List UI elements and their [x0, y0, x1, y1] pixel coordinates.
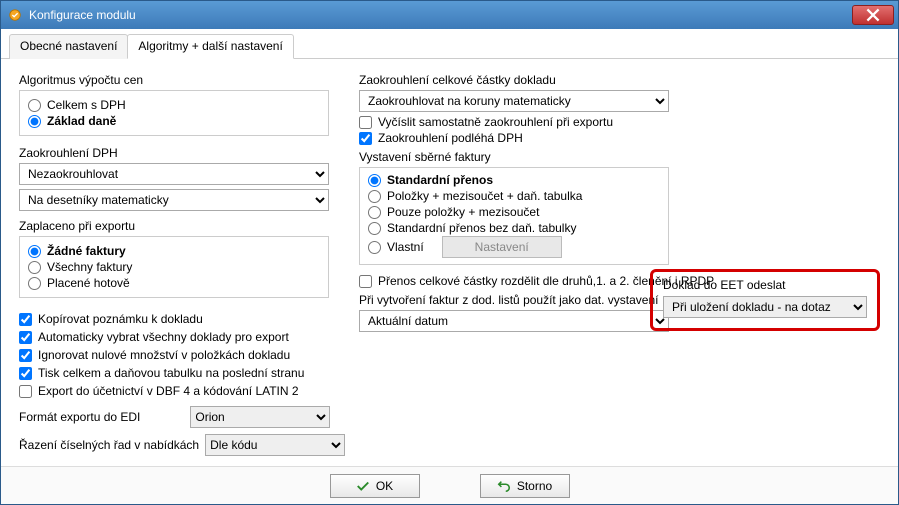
tab-bar: Obecné nastavení Algoritmy + další nasta…	[1, 29, 898, 59]
content-area: Algoritmus výpočtu cen Celkem s DPH Zákl…	[1, 59, 898, 466]
left-column: Algoritmus výpočtu cen Celkem s DPH Zákl…	[19, 69, 329, 456]
alg-panel: Celkem s DPH Základ daně	[19, 90, 329, 136]
paid-radio-cash-label: Placené hotově	[47, 276, 130, 290]
round-total-label: Zaokrouhlení celkové částky dokladu	[359, 73, 880, 87]
settings-button: Nastavení	[442, 236, 562, 258]
paid-radio-all[interactable]	[28, 261, 41, 274]
collect-radio-std-label: Standardní přenos	[387, 173, 493, 187]
eet-highlight-box: Doklad do EET odeslat Při uložení doklad…	[650, 269, 880, 331]
tab-general[interactable]: Obecné nastavení	[9, 34, 128, 59]
collect-radio-items-tax[interactable]	[368, 190, 381, 203]
collect-label: Vystavení sběrné faktury	[359, 150, 880, 164]
chk-export-round[interactable]	[359, 116, 372, 129]
collect-radio-std-notax[interactable]	[368, 222, 381, 235]
collect-radio-std-notax-label: Standardní přenos bez daň. tabulky	[387, 221, 576, 235]
eet-label: Doklad do EET odeslat	[663, 278, 867, 292]
paid-radio-none[interactable]	[28, 245, 41, 258]
sort-label: Řazení číselných řad v nabídkách	[19, 438, 199, 452]
round-dph-select-1[interactable]: Nezaokrouhlovat	[19, 163, 329, 185]
titlebar: Konfigurace modulu	[1, 1, 898, 29]
app-icon	[7, 7, 23, 23]
close-button[interactable]	[852, 5, 894, 25]
dialog-window: Konfigurace modulu Obecné nastavení Algo…	[0, 0, 899, 505]
window-title: Konfigurace modulu	[29, 8, 852, 22]
collect-radio-items-label: Pouze položky + mezisoučet	[387, 205, 539, 219]
paid-label: Zaplaceno při exportu	[19, 219, 329, 233]
alg-radio-dph-label: Celkem s DPH	[47, 98, 126, 112]
chk-export-round-label: Vyčíslit samostatně zaokrouhlení při exp…	[378, 115, 613, 129]
ok-button-label: OK	[376, 479, 393, 493]
collect-radio-custom-label: Vlastní	[387, 240, 424, 254]
chk-auto-select-label: Automaticky vybrat všechny doklady pro e…	[38, 330, 289, 344]
collect-panel: Standardní přenos Položky + mezisoučet +…	[359, 167, 669, 265]
chk-copy-note-label: Kopírovat poznámku k dokladu	[38, 312, 203, 326]
alg-label: Algoritmus výpočtu cen	[19, 73, 329, 87]
chk-ignore-zero-label: Ignorovat nulové množství v položkách do…	[38, 348, 290, 362]
undo-icon	[497, 479, 511, 493]
round-dph-label: Zaokrouhlení DPH	[19, 146, 329, 160]
paid-radio-all-label: Všechny faktury	[47, 260, 132, 274]
paid-panel: Žádné faktury Všechny faktury Placené ho…	[19, 236, 329, 298]
edi-label: Formát exportu do EDI	[19, 410, 140, 424]
chk-round-dph-label: Zaokrouhlení podléhá DPH	[378, 131, 523, 145]
left-checks: Kopírovat poznámku k dokladu Automaticky…	[19, 310, 329, 400]
edi-select[interactable]: Orion	[190, 406, 330, 428]
collect-radio-custom[interactable]	[368, 241, 381, 254]
alg-radio-dph[interactable]	[28, 99, 41, 112]
chk-copy-note[interactable]	[19, 313, 32, 326]
collect-radio-items[interactable]	[368, 206, 381, 219]
date-select[interactable]: Aktuální datum	[359, 310, 669, 332]
alg-radio-base-label: Základ daně	[47, 114, 116, 128]
collect-radio-items-tax-label: Položky + mezisoučet + daň. tabulka	[387, 189, 582, 203]
chk-auto-select[interactable]	[19, 331, 32, 344]
chk-export-dbf[interactable]	[19, 385, 32, 398]
footer: OK Storno	[1, 466, 898, 504]
sort-select[interactable]: Dle kódu	[205, 434, 345, 456]
storno-button-label: Storno	[517, 479, 552, 493]
tab-algorithms[interactable]: Algoritmy + další nastavení	[127, 34, 293, 59]
eet-select[interactable]: Při uložení dokladu - na dotaz	[663, 296, 867, 318]
chk-ignore-zero[interactable]	[19, 349, 32, 362]
chk-print-last-label: Tisk celkem a daňovou tabulku na posledn…	[38, 366, 304, 380]
alg-radio-base[interactable]	[28, 115, 41, 128]
chk-print-last[interactable]	[19, 367, 32, 380]
check-icon	[356, 479, 370, 493]
round-total-select[interactable]: Zaokrouhlovat na koruny matematicky	[359, 90, 669, 112]
right-column: Zaokrouhlení celkové částky dokladu Zaok…	[359, 69, 880, 456]
ok-button[interactable]: OK	[330, 474, 420, 498]
chk-export-dbf-label: Export do účetnictví v DBF 4 a kódování …	[38, 384, 299, 398]
round-dph-select-2[interactable]: Na desetníky matematicky	[19, 189, 329, 211]
chk-round-dph[interactable]	[359, 132, 372, 145]
storno-button[interactable]: Storno	[480, 474, 570, 498]
paid-radio-cash[interactable]	[28, 277, 41, 290]
close-icon	[866, 8, 880, 22]
collect-radio-std[interactable]	[368, 174, 381, 187]
paid-radio-none-label: Žádné faktury	[47, 244, 126, 258]
chk-split[interactable]	[359, 275, 372, 288]
